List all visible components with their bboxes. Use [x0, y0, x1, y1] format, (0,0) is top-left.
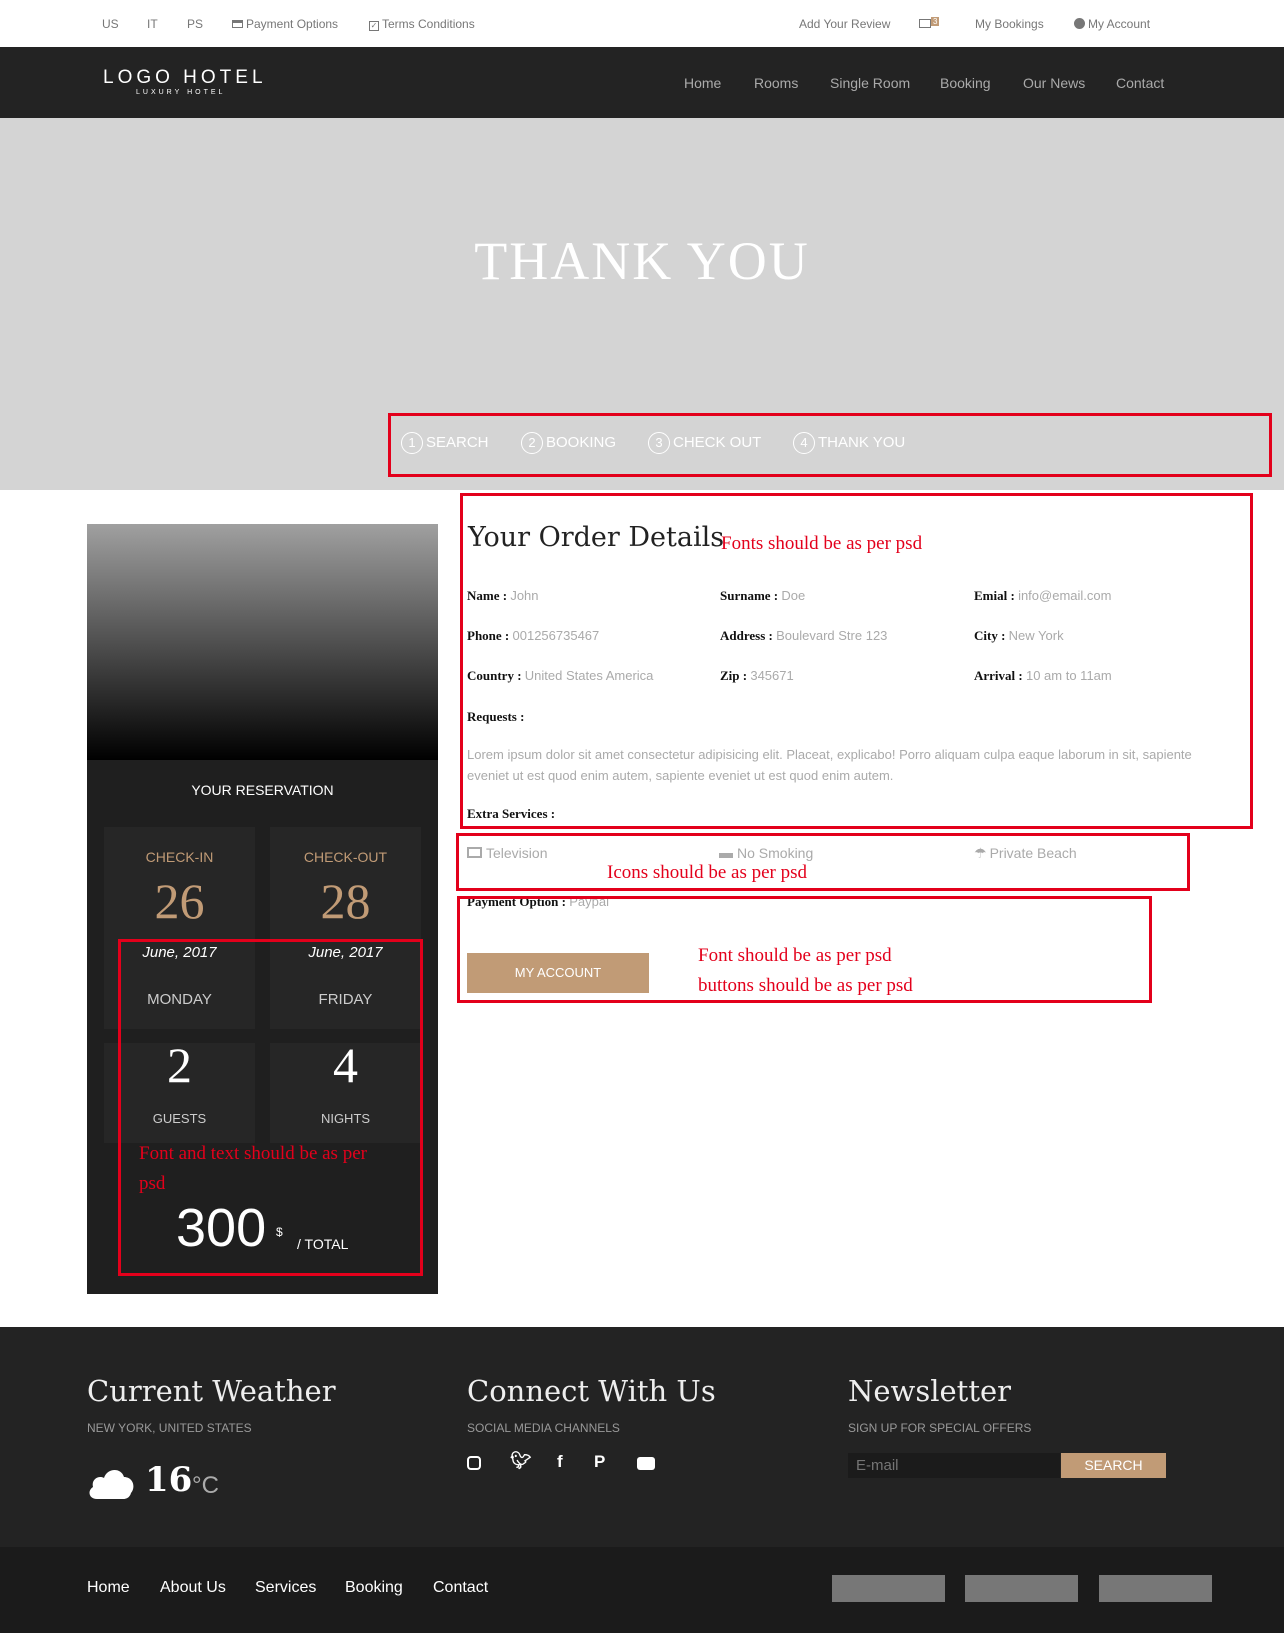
top-bar: US IT PS Payment Options ✓ Terms Conditio…: [0, 0, 1284, 47]
note-reservation-2: psd: [139, 1173, 166, 1194]
checkin-label: CHECK-IN: [145, 849, 214, 865]
icons-highlight-box: [456, 833, 1190, 891]
twitter-icon[interactable]: 🐦︎: [510, 1451, 532, 1471]
newsletter-search-button[interactable]: SEARCH: [1061, 1453, 1166, 1478]
lang-it-link[interactable]: IT: [147, 17, 158, 31]
newsletter-email-input[interactable]: [848, 1453, 1060, 1478]
youtube-icon[interactable]: [637, 1457, 655, 1470]
cloud-icon: [87, 1463, 136, 1500]
mail-count-badge: 3: [931, 17, 940, 26]
temperature-unit: °C: [192, 1472, 219, 1499]
hero-title: THANK YOU: [474, 231, 810, 291]
checkbox-icon: ✓: [369, 21, 379, 31]
pinterest-icon[interactable]: P: [594, 1452, 605, 1472]
footer-placeholder-button-2[interactable]: [965, 1575, 1078, 1602]
checkout-label: CHECK-OUT: [303, 849, 388, 865]
lang-us-link[interactable]: US: [102, 17, 119, 31]
mail-link[interactable]: 3: [919, 17, 940, 31]
lang-ps-link[interactable]: PS: [187, 17, 203, 31]
footer: [0, 1327, 1284, 1547]
instagram-icon[interactable]: [467, 1456, 481, 1470]
nav-contact[interactable]: Contact: [1116, 75, 1164, 91]
nav-our-news[interactable]: Our News: [1023, 75, 1085, 91]
logo-title[interactable]: LOGO HOTEL: [103, 67, 267, 89]
facebook-icon[interactable]: f: [557, 1452, 563, 1472]
note-icons: Icons should be as per psd: [607, 862, 807, 883]
footer-placeholder-button-1[interactable]: [832, 1575, 945, 1602]
user-icon: [1074, 18, 1085, 29]
envelope-icon: [919, 19, 931, 28]
weather-title: Current Weather: [87, 1374, 336, 1408]
note-reservation-1: Font and text should be as per: [139, 1143, 367, 1164]
checkout-day: 28: [320, 873, 371, 929]
credit-card-icon: [232, 20, 243, 28]
room-image: [87, 524, 438, 760]
footer-link-booking[interactable]: Booking: [345, 1579, 403, 1597]
connect-title: Connect With Us: [467, 1374, 716, 1408]
terms-link[interactable]: ✓ Terms Conditions: [369, 17, 475, 31]
reservation-title: YOUR RESERVATION: [191, 782, 334, 798]
logo-subtitle: LUXURY HOTEL: [136, 89, 226, 96]
steps-highlight-box: [388, 413, 1272, 477]
nav-booking[interactable]: Booking: [940, 75, 991, 91]
note-font: Font should be as per psd: [698, 945, 892, 966]
my-bookings-link[interactable]: My Bookings: [975, 17, 1044, 31]
footer-link-contact[interactable]: Contact: [433, 1579, 488, 1597]
note-buttons: buttons should be as per psd: [698, 975, 913, 996]
add-review-link[interactable]: Add Your Review: [799, 17, 890, 31]
connect-subtitle: SOCIAL MEDIA CHANNELS: [467, 1421, 620, 1435]
nav-rooms[interactable]: Rooms: [754, 75, 798, 91]
note-fonts: Fonts should be as per psd: [721, 533, 923, 554]
payment-options-link[interactable]: Payment Options: [232, 17, 338, 31]
nav-single-room[interactable]: Single Room: [830, 75, 910, 91]
footer-link-home[interactable]: Home: [87, 1579, 130, 1597]
my-account-link[interactable]: My Account: [1074, 17, 1150, 31]
footer-link-services[interactable]: Services: [255, 1579, 316, 1597]
nav-home[interactable]: Home: [684, 75, 721, 91]
weather-location: NEW YORK, UNITED STATES: [87, 1421, 252, 1435]
temperature-value: 16: [145, 1460, 193, 1500]
newsletter-title: Newsletter: [848, 1374, 1012, 1408]
reservation-highlight-box: [118, 939, 423, 1276]
checkin-day: 26: [154, 873, 205, 929]
footer-placeholder-button-3[interactable]: [1099, 1575, 1212, 1602]
footer-link-about[interactable]: About Us: [160, 1579, 226, 1597]
newsletter-subtitle: SIGN UP FOR SPECIAL OFFERS: [848, 1421, 1032, 1435]
